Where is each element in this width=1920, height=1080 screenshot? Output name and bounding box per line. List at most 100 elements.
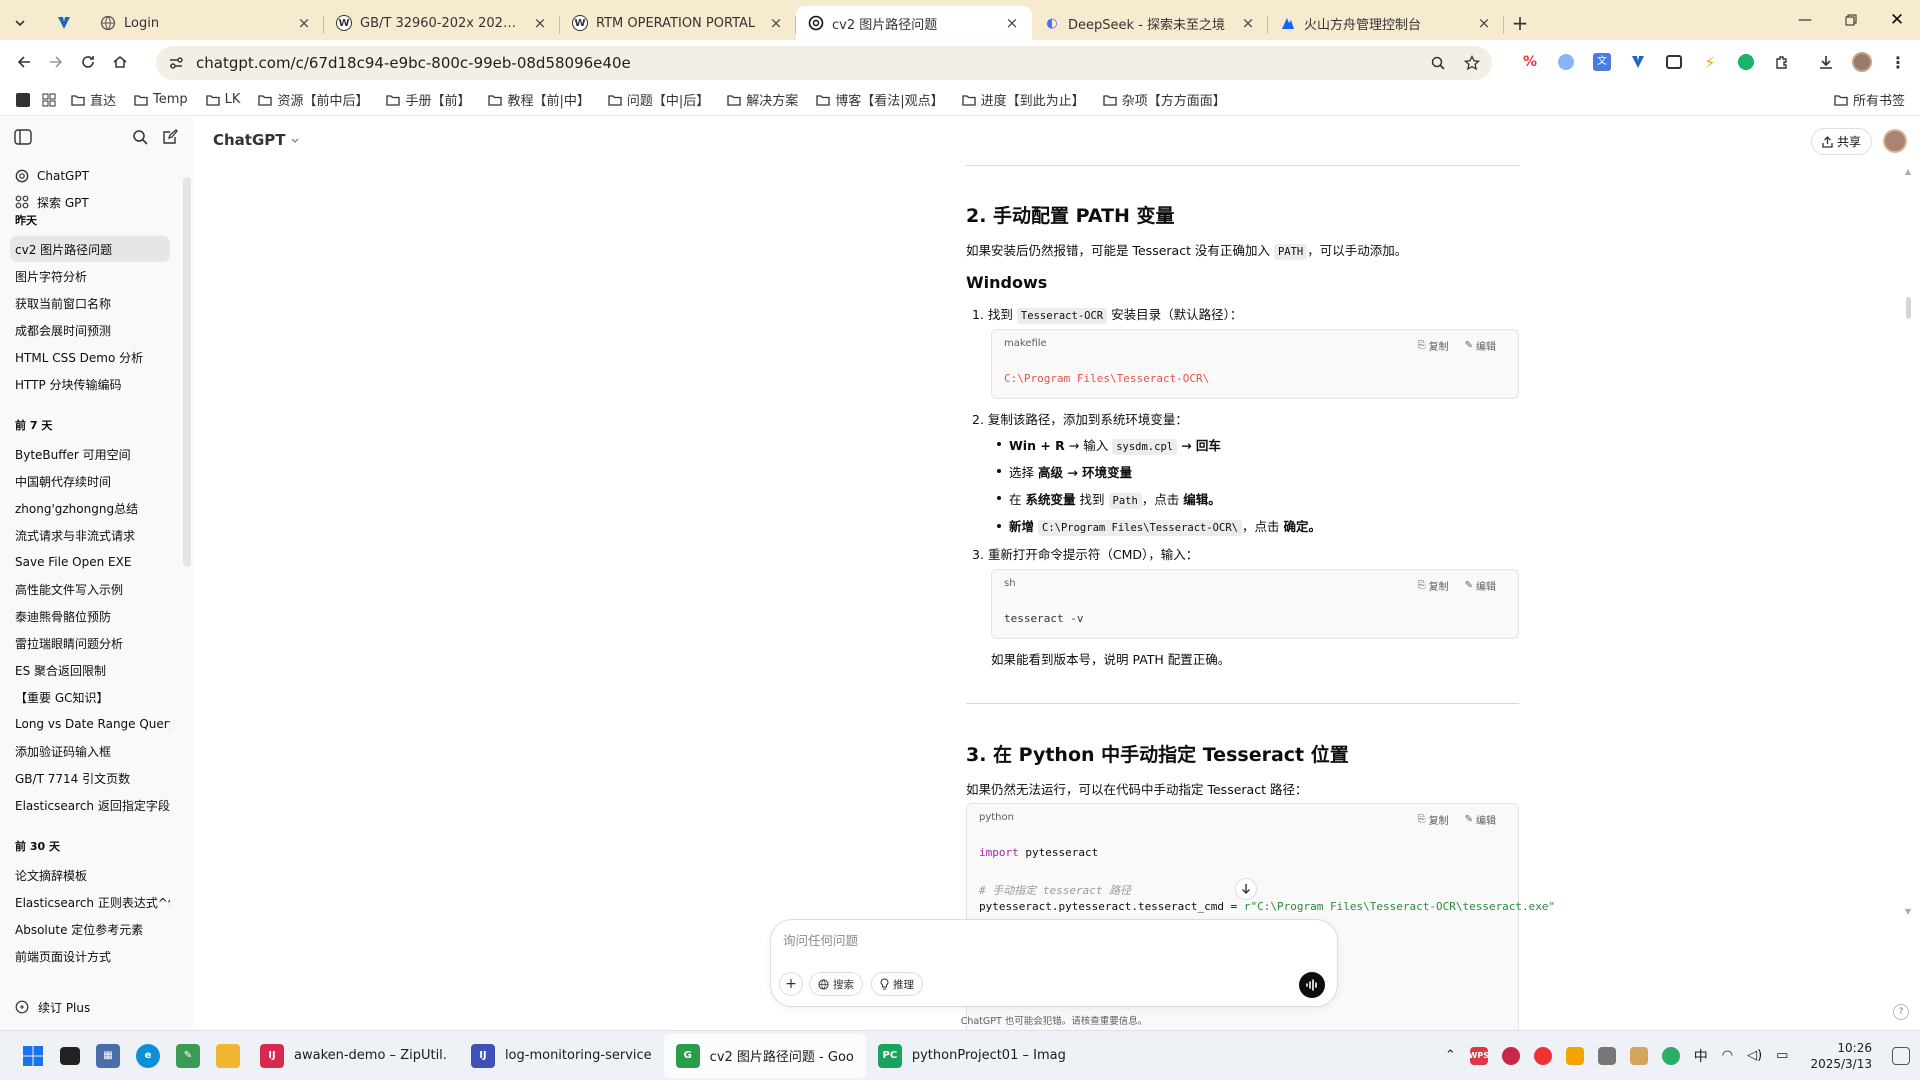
history-item[interactable]: Long vs Date Range Query xyxy=(10,711,170,737)
share-button[interactable]: 共享 xyxy=(1811,128,1873,155)
model-selector[interactable]: ChatGPT xyxy=(213,131,300,149)
extension-icon[interactable] xyxy=(1550,46,1582,78)
tab-gbt[interactable]: W GB/T 32960-202x 2025.02 Pa × xyxy=(324,6,560,40)
code-line[interactable]: pytesseract.pytesseract.tesseract_cmd = … xyxy=(979,900,1555,913)
code-comment[interactable]: # 手动指定 tesseract 路径 xyxy=(979,882,1131,898)
tab-cv2[interactable]: cv2 图片路径问题 × xyxy=(796,6,1032,40)
ime-indicator[interactable]: 中 xyxy=(1694,1046,1708,1066)
translate-icon[interactable]: 文 xyxy=(1586,46,1618,78)
tab-rtm[interactable]: W RTM OPERATION PORTAL × xyxy=(560,6,796,40)
history-item[interactable]: cv2 图片路径问题 xyxy=(10,236,170,262)
address-bar[interactable]: chatgpt.com/c/67d18c94-e9bc-800c-99eb-08… xyxy=(156,46,1492,80)
history-item[interactable]: 论文摘辞模板 xyxy=(10,862,170,888)
vuetify-icon[interactable] xyxy=(1622,46,1654,78)
sidebar-scrollbar[interactable] xyxy=(183,177,191,567)
extension-icon[interactable]: ⚡ xyxy=(1694,46,1726,78)
site-settings-icon[interactable] xyxy=(168,55,184,71)
tab-volcano[interactable]: 火山方舟管理控制台 × xyxy=(1268,6,1504,40)
close-window-icon[interactable]: ✕ xyxy=(1874,10,1920,30)
renew-plus-button[interactable]: 续订 Plus xyxy=(10,994,180,1020)
tab-close-icon[interactable]: × xyxy=(768,14,784,32)
tab-close-icon[interactable]: × xyxy=(1476,14,1492,32)
grid-icon[interactable] xyxy=(36,86,62,114)
bookmark-folder[interactable]: LK xyxy=(197,86,250,114)
taskbar-app[interactable]: PC pythonProject01 – Imag xyxy=(866,1034,1078,1078)
code-line[interactable]: C:\Program Files\Tesseract-OCR\ xyxy=(1004,372,1209,385)
url-text[interactable]: chatgpt.com/c/67d18c94-e9bc-800c-99eb-08… xyxy=(196,54,1430,72)
history-item[interactable]: Elasticsearch 正则表达式^侦 xyxy=(10,889,170,915)
history-item[interactable]: ByteBuffer 可用空间 xyxy=(10,441,170,467)
search-toggle[interactable]: 搜索 xyxy=(809,972,863,996)
pinned-tab[interactable] xyxy=(40,6,88,40)
history-item[interactable]: ES 聚合返回限制 xyxy=(10,657,170,683)
tab-login[interactable]: Login × xyxy=(88,6,324,40)
tab-search-button[interactable] xyxy=(0,6,40,40)
taskbar-app[interactable]: Gcv2 图片路径问题 - Goo xyxy=(663,1033,866,1078)
search-chats-icon[interactable] xyxy=(132,129,148,145)
bookmark-folder[interactable]: Temp xyxy=(125,86,197,114)
apps-icon[interactable] xyxy=(10,86,36,114)
home-button[interactable] xyxy=(104,46,136,78)
history-item[interactable]: GB/T 7714 引文页数 xyxy=(10,765,170,791)
new-chat-icon[interactable] xyxy=(162,129,178,145)
tray-app-icon[interactable] xyxy=(1661,1046,1680,1065)
history-item[interactable]: 获取当前窗口名称 xyxy=(10,290,170,316)
all-bookmarks-folder[interactable]: 所有书签 xyxy=(1825,86,1914,114)
voice-mode-button[interactable] xyxy=(1299,972,1325,998)
scroll-up-icon[interactable]: ▲ xyxy=(1905,167,1913,176)
extension-icon[interactable] xyxy=(1730,46,1762,78)
bookmark-folder[interactable]: 博客【看法|观点】 xyxy=(807,86,952,114)
attach-button[interactable]: + xyxy=(779,972,803,996)
code-line[interactable]: import pytesseract xyxy=(979,846,1098,859)
taskbar-app[interactable]: IJ awaken-demo – ZipUtil. xyxy=(248,1034,459,1078)
tray-app-icon[interactable]: WPS xyxy=(1469,1046,1489,1065)
minimize-icon[interactable]: — xyxy=(1782,12,1828,28)
history-item[interactable]: 成都会展时间预测 xyxy=(10,317,170,343)
main-scrollbar[interactable] xyxy=(1906,297,1911,319)
history-item[interactable]: 前端页面设计方式 xyxy=(10,943,170,969)
download-icon[interactable] xyxy=(1810,46,1842,78)
toggle-sidebar-icon[interactable] xyxy=(14,129,32,145)
tab-close-icon[interactable]: × xyxy=(532,14,548,32)
tab-close-icon[interactable]: × xyxy=(1240,14,1256,32)
tab-close-icon[interactable]: × xyxy=(1004,14,1020,32)
user-avatar[interactable] xyxy=(1883,129,1907,153)
history-item[interactable]: Save File Open EXE xyxy=(10,549,170,575)
history-item[interactable]: 泰迪熊骨骼位预防 xyxy=(10,603,170,629)
bookmark-folder[interactable]: 教程【前|中】 xyxy=(479,86,598,114)
bookmark-folder[interactable]: 直达 xyxy=(62,86,125,114)
back-button[interactable] xyxy=(8,46,40,78)
tab-close-icon[interactable]: × xyxy=(296,14,312,32)
new-tab-button[interactable]: + xyxy=(1504,6,1536,40)
edit-button[interactable]: ✎ 编辑 xyxy=(1465,578,1496,593)
history-item[interactable]: HTML CSS Demo 分析 xyxy=(10,344,170,370)
bookmark-folder[interactable]: 解决方案 xyxy=(718,86,807,114)
copy-button[interactable]: ⎘ 复制 xyxy=(1418,812,1449,827)
calculator-app[interactable]: ▦ xyxy=(88,1034,128,1078)
copy-button[interactable]: ⎘ 复制 xyxy=(1418,338,1449,353)
tray-app-icon[interactable] xyxy=(1597,1046,1616,1065)
wifi-icon[interactable]: ◠ xyxy=(1722,1048,1733,1063)
volume-icon[interactable]: ◁) xyxy=(1747,1048,1762,1063)
tray-app-icon[interactable] xyxy=(1565,1046,1584,1065)
reason-toggle[interactable]: 推理 xyxy=(871,972,923,996)
bookmark-folder[interactable]: 问题【中|后】 xyxy=(599,86,718,114)
task-view-button[interactable] xyxy=(52,1034,88,1078)
scroll-down-icon[interactable]: ▼ xyxy=(1905,907,1913,916)
profile-avatar[interactable] xyxy=(1846,46,1878,78)
bookmark-star-icon[interactable] xyxy=(1464,55,1480,71)
history-item[interactable]: zhong'gzhongng总结 xyxy=(10,495,170,521)
bookmark-folder[interactable]: 杂项【方方面面】 xyxy=(1094,86,1235,114)
history-item[interactable]: HTTP 分块传输编码 xyxy=(10,371,170,397)
notification-icon[interactable] xyxy=(1892,1046,1910,1065)
zoom-icon[interactable] xyxy=(1430,55,1446,71)
edit-button[interactable]: ✎ 编辑 xyxy=(1465,338,1496,353)
history-item[interactable]: 流式请求与非流式请求 xyxy=(10,522,170,548)
history-item[interactable]: 图片字符分析 xyxy=(10,263,170,289)
restore-icon[interactable] xyxy=(1828,14,1874,26)
chevron-up-icon[interactable]: ⌃ xyxy=(1445,1048,1456,1063)
tray-app-icon[interactable] xyxy=(1501,1046,1520,1065)
bookmark-folder[interactable]: 资源【前中后】 xyxy=(249,86,377,114)
history-item[interactable]: Absolute 定位参考元素 xyxy=(10,916,170,942)
taskbar-app[interactable]: IJ log-monitoring-service xyxy=(459,1034,664,1078)
